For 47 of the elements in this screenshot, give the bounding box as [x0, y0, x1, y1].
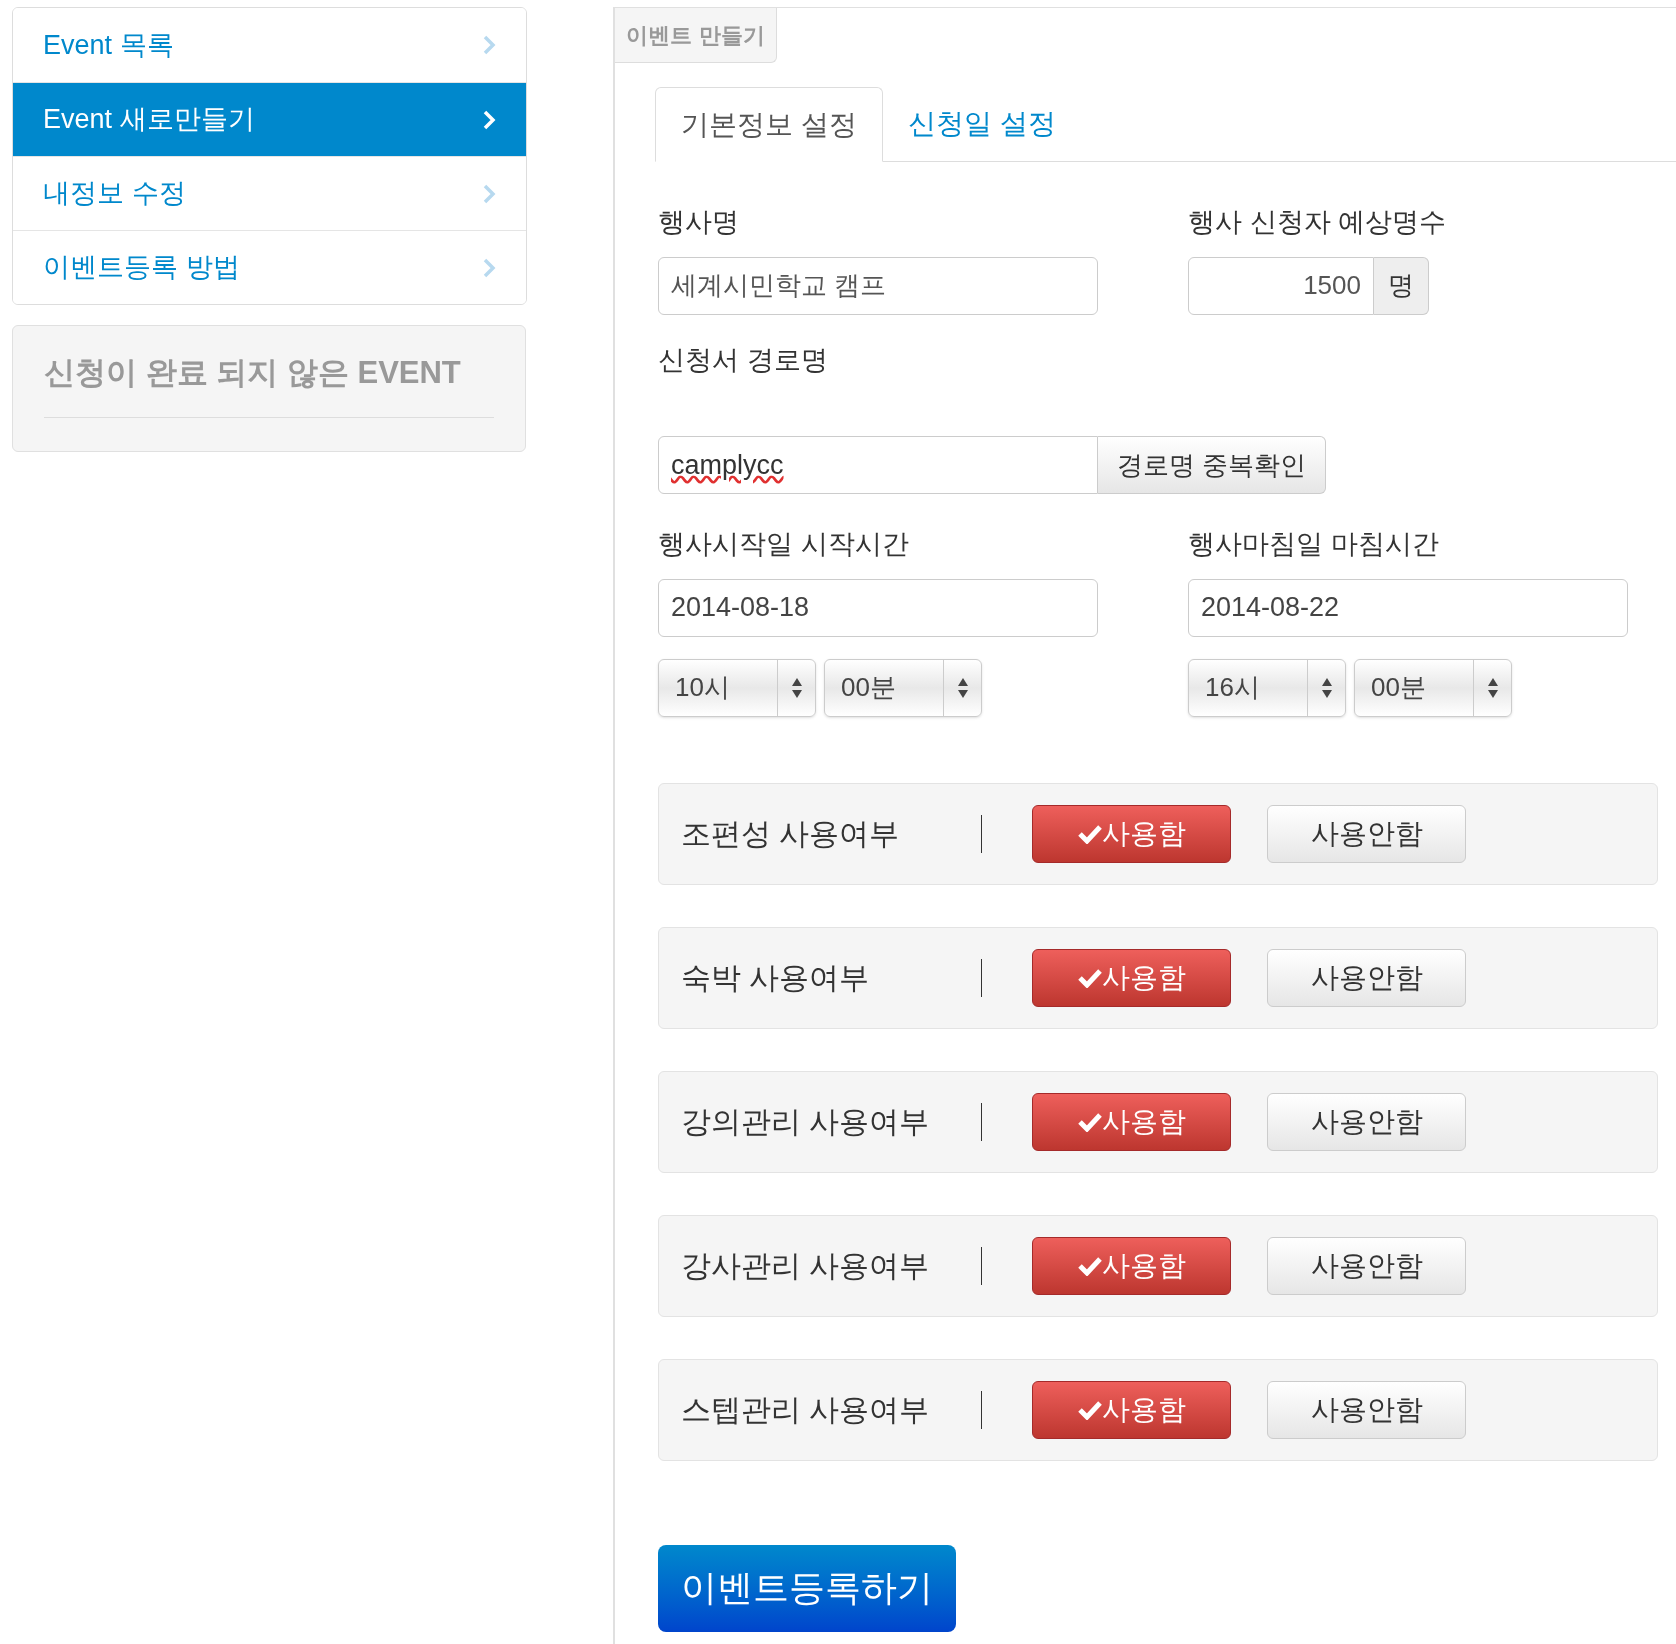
chevron-right-icon: [482, 108, 496, 131]
toggle-button[interactable]: 사용함: [1032, 948, 1231, 1007]
option-label: 강의관리 사용여부: [681, 1104, 931, 1140]
chevron-right-icon: [482, 34, 496, 56]
check-icon: [1077, 967, 1102, 988]
toggle-button[interactable]: 사용안함: [1267, 948, 1466, 1007]
option-label: 강사관리 사용여부: [681, 1248, 931, 1284]
toggle-button[interactable]: 사용안함: [1267, 1092, 1466, 1151]
toggle-button[interactable]: 사용안함: [1267, 804, 1466, 863]
field-label: 행사마침일 마침시간: [1188, 528, 1440, 561]
check-duplicate-button[interactable]: 경로명 중복확인: [1098, 436, 1326, 494]
field-label: 행사명: [658, 206, 740, 239]
dropdown-select[interactable]: 10시: [658, 658, 816, 717]
option-label: 스텝관리 사용여부: [681, 1392, 931, 1428]
count-field[interactable]: 1500: [1188, 256, 1374, 315]
panel-label: 이벤트 만들기: [615, 8, 777, 63]
tab[interactable]: 기본정보 설정: [655, 87, 883, 162]
field-label: 신청서 경로명: [658, 343, 829, 377]
toggle-button[interactable]: 사용함: [1032, 804, 1231, 863]
date-field[interactable]: 2014-08-22: [1188, 578, 1628, 637]
path-field[interactable]: camplycc: [658, 436, 1098, 494]
dropdown-select[interactable]: 16시: [1188, 658, 1346, 717]
field-label: 행사 신청자 예상명수: [1188, 206, 1446, 239]
submit-button[interactable]: 이벤트등록하기: [658, 1544, 956, 1632]
option-label: 조편성 사용여부: [681, 816, 901, 852]
field-label: 행사시작일 시작시간: [658, 528, 910, 561]
dropdown-select[interactable]: 00분: [1354, 658, 1512, 717]
sidebar-item[interactable]: Event 새로만들기: [13, 82, 526, 156]
unit-addon: 명: [1374, 256, 1429, 315]
check-icon: [1077, 823, 1102, 844]
toggle-button[interactable]: 사용안함: [1267, 1380, 1466, 1439]
chevron-right-icon: [482, 182, 496, 205]
dropdown-select[interactable]: 00분: [824, 658, 982, 717]
check-icon: [1077, 1255, 1102, 1276]
check-icon: [1077, 1399, 1102, 1420]
chevron-right-icon: [482, 256, 496, 279]
toggle-button[interactable]: 사용함: [1032, 1236, 1231, 1295]
option-label: 숙박 사용여부: [681, 960, 871, 996]
toggle-button[interactable]: 사용함: [1032, 1092, 1231, 1151]
toggle-button[interactable]: 사용함: [1032, 1380, 1231, 1439]
tab[interactable]: 신청일 설정: [882, 87, 1081, 161]
panel-heading: 신청이 완료 되지 않은 EVENT: [44, 350, 494, 418]
date-field[interactable]: 2014-08-18: [658, 578, 1098, 637]
sidebar-item[interactable]: 이벤트등록 방법: [13, 230, 526, 304]
check-icon: [1077, 1111, 1102, 1132]
event-name-field[interactable]: 세계시민학교 캠프: [658, 256, 1098, 315]
toggle-button[interactable]: 사용안함: [1267, 1236, 1466, 1295]
